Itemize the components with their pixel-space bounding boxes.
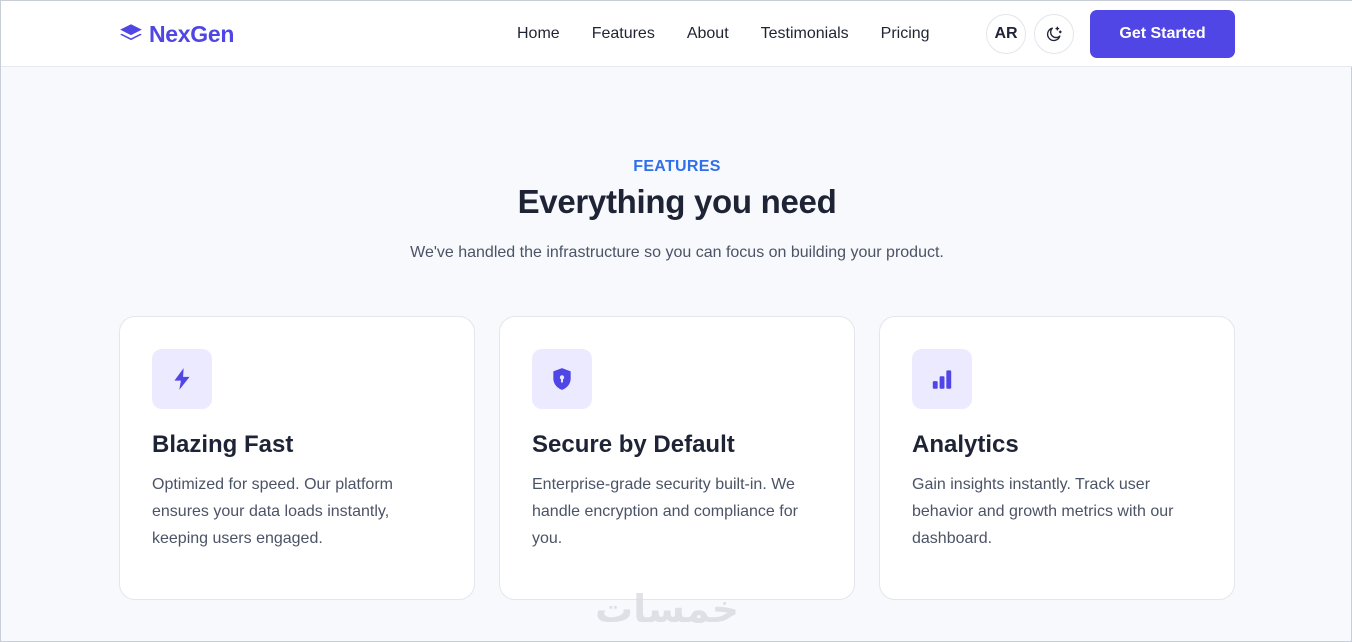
brand-logo[interactable]: NexGen (118, 19, 234, 49)
card-title: Secure by Default (532, 431, 735, 458)
get-started-button[interactable]: Get Started (1090, 10, 1235, 58)
card-icon-tile (532, 349, 592, 409)
card-title: Blazing Fast (152, 431, 294, 458)
card-icon-tile (152, 349, 212, 409)
shield-lock-icon (553, 368, 571, 390)
card-title: Analytics (912, 431, 1019, 458)
main-nav: Home Features About Testimonials Pricing (501, 1, 946, 67)
moon-stars-icon (1046, 26, 1062, 42)
bar-chart-icon (932, 370, 952, 389)
nav-item-about[interactable]: About (687, 25, 729, 43)
language-toggle-button[interactable]: AR (986, 14, 1026, 54)
card-icon-tile (912, 349, 972, 409)
layers-icon (120, 24, 142, 41)
nav-item-pricing[interactable]: Pricing (881, 25, 930, 43)
theme-toggle-button[interactable] (1034, 14, 1074, 54)
feature-card-secure: Secure by Default Enterprise-grade secur… (499, 316, 855, 600)
section-subtitle: We've handled the infrastructure so you … (410, 244, 944, 261)
lightning-bolt-icon (174, 368, 190, 390)
feature-card-analytics: Analytics Gain insights instantly. Track… (879, 316, 1235, 600)
section-title: Everything you need (517, 183, 837, 220)
site-header: NexGen Home Features About Testimonials … (1, 1, 1352, 67)
section-eyebrow: FEATURES (633, 158, 721, 175)
nav-item-testimonials[interactable]: Testimonials (761, 25, 849, 43)
nav-item-home[interactable]: Home (517, 25, 560, 43)
card-description: Optimized for speed. Our platform ensure… (152, 476, 393, 547)
card-description: Gain insights instantly. Track user beha… (912, 476, 1174, 547)
brand-name: NexGen (149, 20, 235, 47)
card-description: Enterprise-grade security built-in. We h… (532, 476, 798, 547)
feature-card-fast: Blazing Fast Optimized for speed. Our pl… (119, 316, 475, 600)
watermark: خمسات (595, 587, 739, 631)
nav-item-features[interactable]: Features (592, 25, 655, 43)
